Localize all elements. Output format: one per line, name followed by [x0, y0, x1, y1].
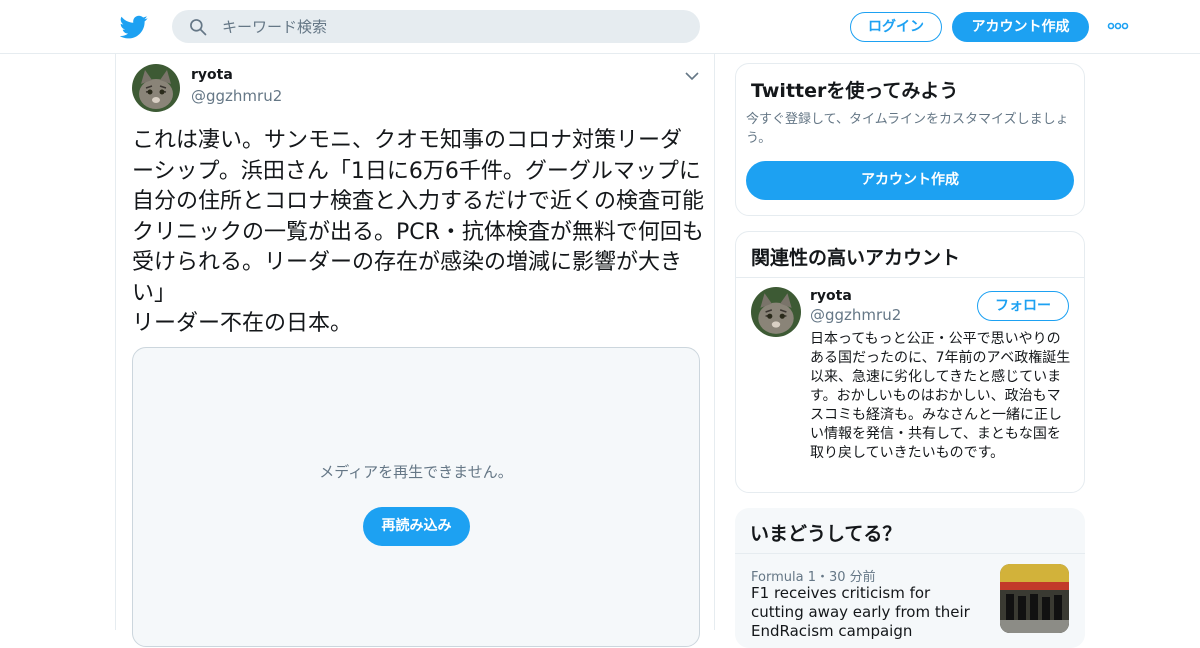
reload-button[interactable]: 再読み込み [363, 507, 470, 546]
top-navigation-bar: ログイン アカウント作成 [0, 0, 1200, 54]
related-accounts-card: 関連性の高いアカウント ryota @ggzhmru2 フォロー 日本ってもっと… [735, 231, 1085, 493]
cat-avatar-icon [132, 64, 180, 112]
signup-button[interactable]: アカウント作成 [952, 12, 1089, 42]
media-error-message: メディアを再生できません。 [319, 463, 513, 481]
trends-card-title: いまどうしてる？ [750, 523, 902, 545]
search-icon [190, 19, 207, 36]
divider [735, 553, 1085, 554]
author-handle[interactable]: @ggzhmru2 [191, 87, 282, 105]
follow-button[interactable]: フォロー [977, 291, 1069, 321]
related-card-title: 関連性の高いアカウント [751, 247, 961, 269]
signup-card-button[interactable]: アカウント作成 [746, 161, 1074, 200]
search-input[interactable] [222, 10, 682, 43]
trend-meta: Formula 1・30 分前 [751, 570, 876, 585]
signup-card: Twitterを使ってみよう 今すぐ登録して、タイムラインをカスタマイズしましょ… [735, 63, 1085, 216]
more-dots-icon[interactable] [1107, 19, 1129, 33]
search-bar[interactable] [172, 10, 700, 43]
related-account-bio: 日本ってもっと公正・公平で思いやりのある国だったのに、7年前のアベ政権誕生以来、… [810, 331, 1071, 461]
signup-card-description: 今すぐ登録して、タイムラインをカスタマイズしましょう。 [746, 112, 1069, 146]
related-account-avatar[interactable] [751, 287, 801, 337]
signup-card-title: Twitterを使ってみよう [751, 80, 959, 102]
divider [736, 277, 1084, 278]
tweet-column: ryota @ggzhmru2 これは凄い。サンモニ、クオモ知事のコロナ対策リー… [115, 54, 715, 647]
avatar[interactable] [132, 64, 180, 112]
trend-photo-icon [1000, 564, 1069, 633]
related-account-handle[interactable]: @ggzhmru2 [810, 306, 901, 324]
related-account-name[interactable]: ryota [810, 288, 852, 304]
author-name[interactable]: ryota [191, 67, 233, 83]
twitter-logo-icon[interactable] [120, 13, 148, 41]
media-player: メディアを再生できません。 再読み込み [132, 347, 700, 647]
chevron-down-icon[interactable] [684, 70, 700, 82]
login-button[interactable]: ログイン [850, 12, 942, 42]
trend-title[interactable]: F1 receives criticism for cutting away e… [751, 584, 986, 641]
trend-thumbnail[interactable] [1000, 564, 1069, 633]
tweet-text: これは凄い。サンモニ、クオモ知事のコロナ対策リーダーシップ。浜田さん「1日に6万… [132, 128, 705, 336]
cat-avatar-icon [751, 287, 801, 337]
trends-card: いまどうしてる？ Formula 1・30 分前 F1 receives cri… [735, 508, 1085, 648]
